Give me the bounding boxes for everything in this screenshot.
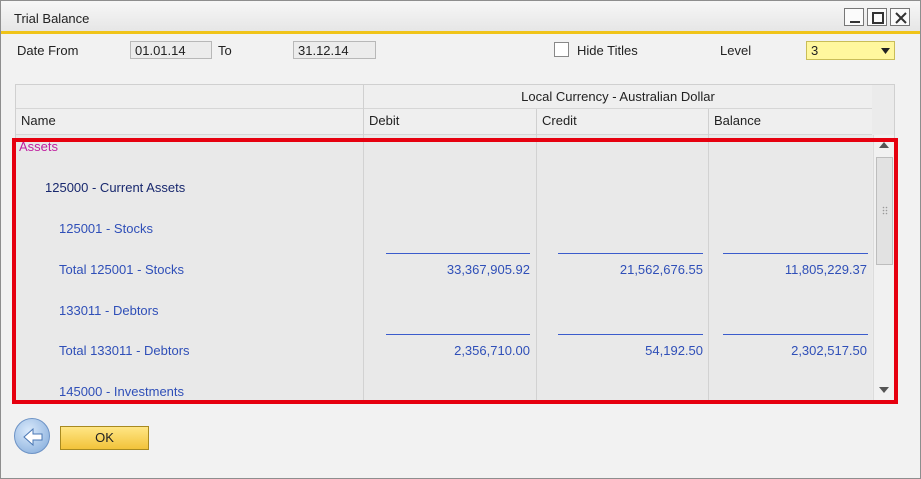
subtotal-underline <box>386 334 530 335</box>
subtotal-underline <box>386 253 530 254</box>
back-button[interactable] <box>14 418 50 454</box>
row-name: Total 133011 - Debtors <box>59 343 190 358</box>
grid-body: Assets 125000 - Current Assets 125001 - … <box>16 135 872 401</box>
column-header-debit[interactable]: Debit <box>363 109 536 135</box>
window-title: Trial Balance <box>14 11 90 26</box>
row-name: 133011 - Debtors <box>59 303 159 318</box>
scroll-up-icon[interactable] <box>879 142 889 148</box>
row-balance: 2,302,517.50 <box>791 343 867 358</box>
title-bar[interactable]: Trial Balance <box>1 1 920 34</box>
date-from-label: Date From <box>17 43 79 58</box>
table-row[interactable]: 133011 - Debtors <box>16 303 872 323</box>
hide-titles-checkbox[interactable] <box>554 42 569 57</box>
table-row[interactable]: 125001 - Stocks <box>16 221 872 241</box>
level-select[interactable]: 3 <box>806 41 895 60</box>
scrollbar-thumb[interactable] <box>876 157 893 265</box>
currency-group-header: Local Currency - Australian Dollar <box>363 85 872 109</box>
date-from-field[interactable]: 01.01.14 <box>130 41 212 59</box>
row-name: 125000 - Current Assets <box>45 180 186 195</box>
table-row[interactable]: 125000 - Current Assets <box>16 180 872 200</box>
back-arrow-icon <box>23 427 43 447</box>
subtotal-underline <box>723 253 868 254</box>
grip-icon <box>882 206 888 215</box>
column-header-credit[interactable]: Credit <box>536 109 708 135</box>
table-row[interactable]: Total 133011 - Debtors 2,356,710.00 54,1… <box>16 343 872 363</box>
hide-titles-label: Hide Titles <box>577 43 638 58</box>
row-name: Total 125001 - Stocks <box>59 262 185 277</box>
to-label: To <box>218 43 232 58</box>
scroll-down-icon[interactable] <box>879 387 889 393</box>
minimize-icon <box>850 21 860 23</box>
column-header-balance[interactable]: Balance <box>708 109 872 135</box>
maximize-icon <box>872 12 884 24</box>
minimize-button[interactable] <box>844 8 864 26</box>
row-name: Assets <box>19 139 59 154</box>
row-name: 125001 - Stocks <box>59 221 153 236</box>
grid-group-header-row: Local Currency - Australian Dollar <box>16 85 872 109</box>
close-icon <box>895 12 907 24</box>
table-row[interactable]: Assets <box>16 139 872 159</box>
row-name: 145000 - Investments <box>59 384 185 399</box>
ok-button[interactable]: OK <box>60 426 149 450</box>
subtotal-underline <box>558 334 703 335</box>
row-debit: 2,356,710.00 <box>454 343 530 358</box>
row-debit: 33,367,905.92 <box>446 262 530 277</box>
trial-balance-window: Trial Balance Date From 01.01.14 To 31.1… <box>0 0 921 479</box>
trial-balance-grid: Local Currency - Australian Dollar Name … <box>15 84 895 402</box>
date-to-field[interactable]: 31.12.14 <box>293 41 376 59</box>
maximize-button[interactable] <box>867 8 887 26</box>
table-row[interactable]: Total 125001 - Stocks 33,367,905.92 21,5… <box>16 262 872 282</box>
chevron-down-icon <box>881 48 890 54</box>
level-label: Level <box>720 43 752 58</box>
level-select-value: 3 <box>811 43 819 58</box>
row-credit: 21,562,676.55 <box>619 262 703 277</box>
row-credit: 54,192.50 <box>645 343 703 358</box>
row-balance: 11,805,229.37 <box>784 262 867 277</box>
subtotal-underline <box>558 253 703 254</box>
close-button[interactable] <box>890 8 910 26</box>
column-header-name[interactable]: Name <box>16 109 363 135</box>
table-row[interactable]: 145000 - Investments <box>16 384 872 401</box>
grid-column-headers: Name Debit Credit Balance <box>16 109 872 135</box>
subtotal-underline <box>723 334 868 335</box>
vertical-scrollbar[interactable] <box>873 135 894 401</box>
